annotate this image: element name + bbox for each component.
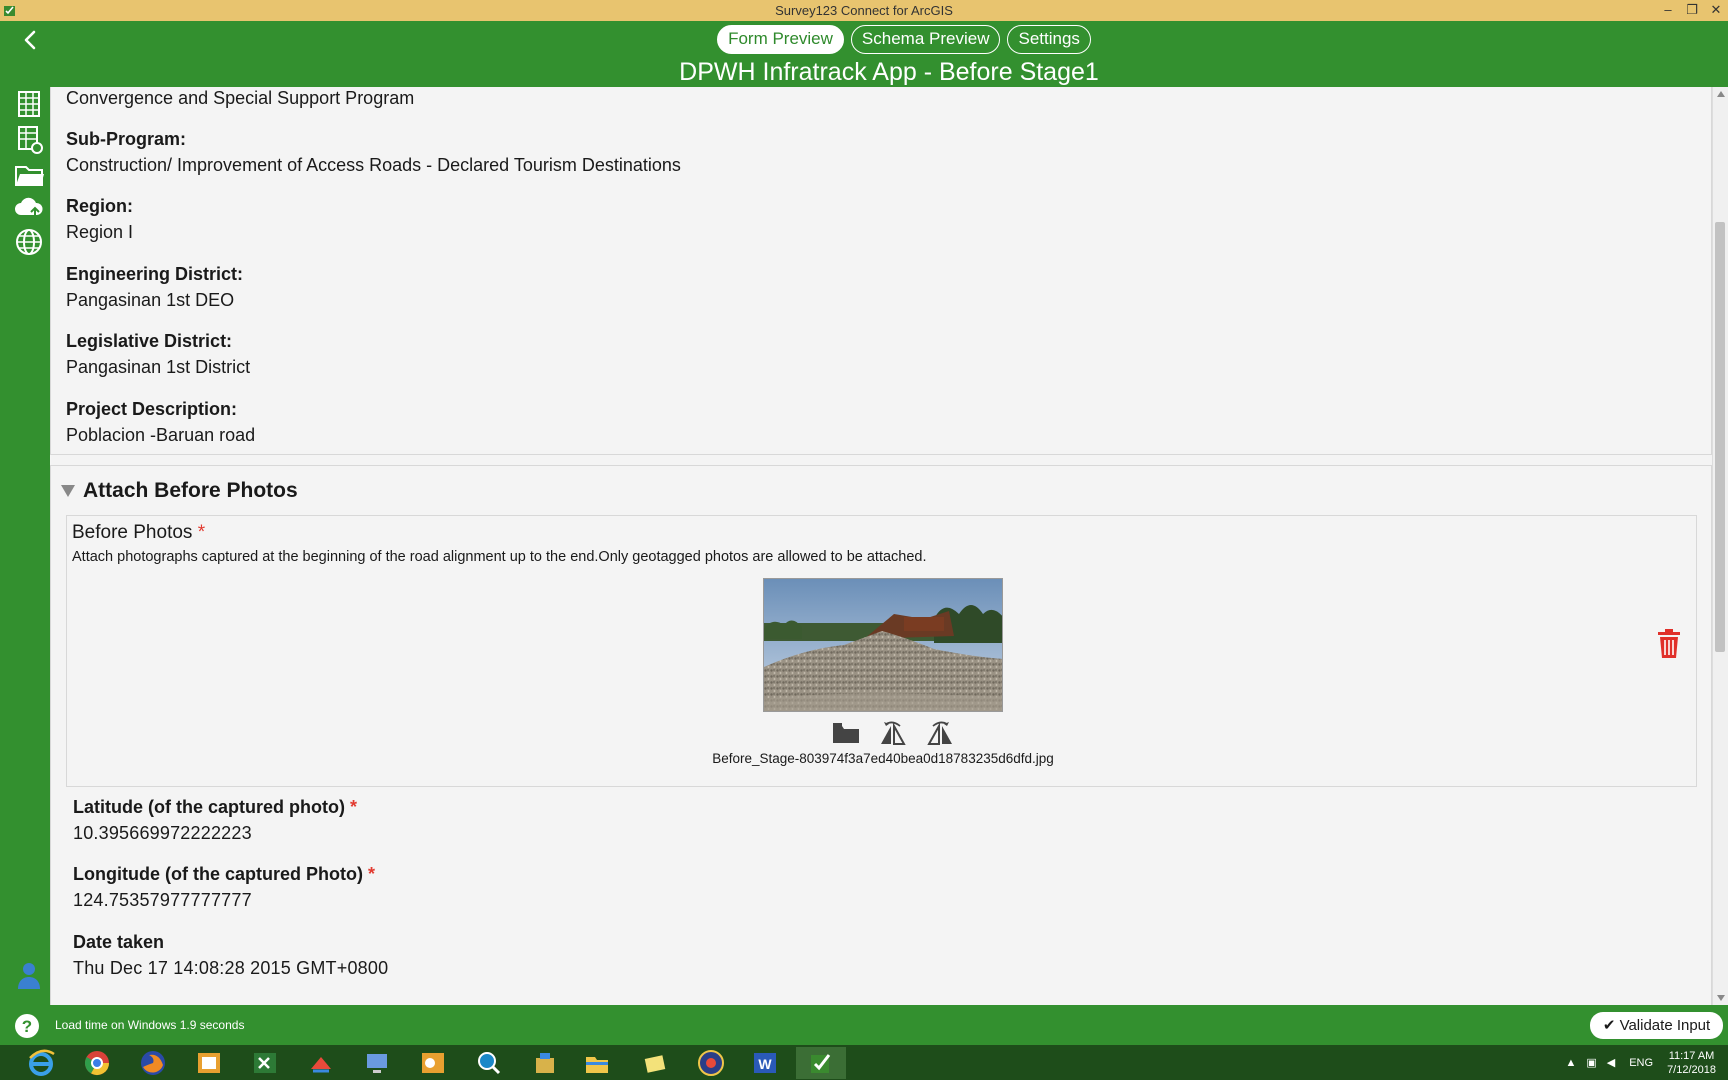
tab-bar: Form Preview Schema Preview Settings [0,25,1728,54]
project-description-value: Poblacion -Baruan road [66,425,256,445]
window-title: Survey123 Connect for ArcGIS [775,3,953,18]
ie-browser-icon[interactable] [16,1047,66,1079]
chrome-icon[interactable] [72,1047,122,1079]
sub-program-value: Construction/ Improvement of Access Road… [66,155,681,175]
left-sidebar [0,87,50,1005]
survey123-connect-icon[interactable] [796,1047,846,1079]
vertical-scrollbar[interactable] [1712,87,1728,1005]
volume-icon[interactable]: ◀ [1607,1056,1615,1069]
date-taken-value: Thu Dec 17 14:08:28 2015 GMT+0800 [73,958,389,978]
firefox-icon[interactable] [128,1047,178,1079]
svg-text:W: W [758,1056,772,1072]
clock[interactable]: 11:17 AM 7/12/2018 [1667,1049,1716,1077]
photo-filename: Before_Stage-803974f3a7ed40bea0d18783235… [712,751,1054,766]
rotate-right-icon[interactable] [925,720,955,746]
before-photos-question: Before Photos * Attach photographs captu… [66,515,1697,787]
windows-taskbar: W ▲ ▣ ◀ ENG 11:17 AM 7/12/2018 [0,1045,1728,1080]
restore-button[interactable]: ❐ [1680,0,1704,21]
outlook-icon[interactable] [408,1047,458,1079]
required-mark: * [197,522,206,543]
user-icon[interactable] [16,960,42,990]
validate-input-button[interactable]: ✔ Validate Input [1590,1012,1723,1039]
scroll-up-icon[interactable] [1717,91,1725,97]
clock-time: 11:17 AM [1668,1049,1715,1062]
svg-text:?: ? [22,1017,32,1036]
longitude-value: 124.75357977777777 [73,890,252,910]
project-info-group: Convergence and Special Support Program … [50,87,1712,455]
engineering-district-value: Pangasinan 1st DEO [66,290,235,310]
window-titlebar: Survey123 Connect for ArcGIS – ❐ ✕ [0,0,1728,21]
word-icon[interactable]: W [740,1047,790,1079]
longitude-label-text: Longitude (of the captured Photo) [73,864,363,884]
project-description-label: Project Description: [66,399,238,419]
scroll-thumb[interactable] [1715,222,1725,652]
package-app-icon[interactable] [520,1047,570,1079]
region-label: Region: [66,196,133,216]
validate-input-label: Validate Input [1619,1017,1711,1034]
search-app-icon[interactable] [464,1047,514,1079]
network-icon[interactable]: ▣ [1586,1056,1596,1069]
folder-browse-icon[interactable] [831,720,861,746]
tray-expand-icon[interactable]: ▲ [1565,1057,1576,1069]
latitude-label: Latitude (of the captured photo) * [73,797,357,818]
longitude-label: Longitude (of the captured Photo) * [73,864,375,885]
excel-icon[interactable] [240,1047,290,1079]
globe-icon[interactable] [13,226,45,258]
attach-photos-header[interactable]: Attach Before Photos [61,476,298,506]
scroll-down-icon[interactable] [1717,995,1725,1001]
collapse-triangle-icon [61,485,75,497]
latitude-label-text: Latitude (of the captured photo) [73,797,345,817]
help-icon[interactable]: ? [14,1013,40,1039]
form-content: Convergence and Special Support Program … [50,87,1712,1005]
cloud-upload-icon[interactable] [13,191,45,223]
photo-image [764,579,1002,711]
legislative-district-value: Pangasinan 1st District [66,357,251,377]
sticky-notes-icon[interactable] [630,1047,680,1079]
photo-tools [831,720,955,746]
date-taken-label: Date taken [73,932,165,952]
load-time-text: Load time on Windows 1.9 seconds [55,1018,245,1032]
system-tray: ▲ ▣ ◀ ENG 11:17 AM 7/12/2018 [1565,1045,1728,1080]
latitude-required-mark: * [349,797,357,817]
rotate-left-icon[interactable] [878,720,908,746]
attach-photos-group: Attach Before Photos Before Photos * Att… [50,465,1712,1005]
minimize-button[interactable]: – [1656,0,1680,21]
program-value: Convergence and Special Support Program [66,88,415,108]
tab-settings[interactable]: Settings [1007,25,1091,54]
before-photos-label-text: Before Photos [72,522,193,543]
before-photos-label: Before Photos * [72,522,205,544]
spreadsheet-icon[interactable] [13,87,45,119]
close-button[interactable]: ✕ [1704,0,1728,21]
folder-icon[interactable] [13,158,45,190]
file-explorer-icon[interactable] [572,1047,622,1079]
engineering-district-label: Engineering District: [66,264,244,284]
attach-photos-title: Attach Before Photos [83,479,298,502]
spreadsheet-refresh-icon[interactable] [13,123,45,155]
dpwh-app-icon[interactable] [686,1047,736,1079]
status-bar: ? Load time on Windows 1.9 seconds ✔ Val… [0,1005,1728,1045]
remote-desktop-icon[interactable] [352,1047,402,1079]
photo-thumbnail[interactable] [763,578,1003,712]
before-photos-hint: Attach photographs captured at the begin… [72,549,927,565]
latitude-value: 10.395669972222223 [73,823,252,843]
legislative-district-label: Legislative District: [66,331,233,351]
tab-schema-preview[interactable]: Schema Preview [850,25,1001,54]
check-icon: ✔ [1602,1017,1616,1034]
form-title: DPWH Infratrack App - Before Stage1 [679,58,1099,86]
trash-icon[interactable] [1656,628,1682,660]
clock-date: 7/12/2018 [1667,1063,1716,1076]
app-icon [4,6,15,16]
tab-form-preview[interactable]: Form Preview [717,25,844,54]
powerpoint-icon[interactable] [184,1047,234,1079]
app-header: Form Preview Schema Preview Settings DPW… [0,21,1728,87]
sub-program-label: Sub-Program: [66,129,187,149]
arcmap-icon[interactable] [296,1047,346,1079]
language-indicator[interactable]: ENG [1629,1057,1653,1069]
longitude-required-mark: * [367,864,375,884]
region-value: Region I [66,222,134,242]
